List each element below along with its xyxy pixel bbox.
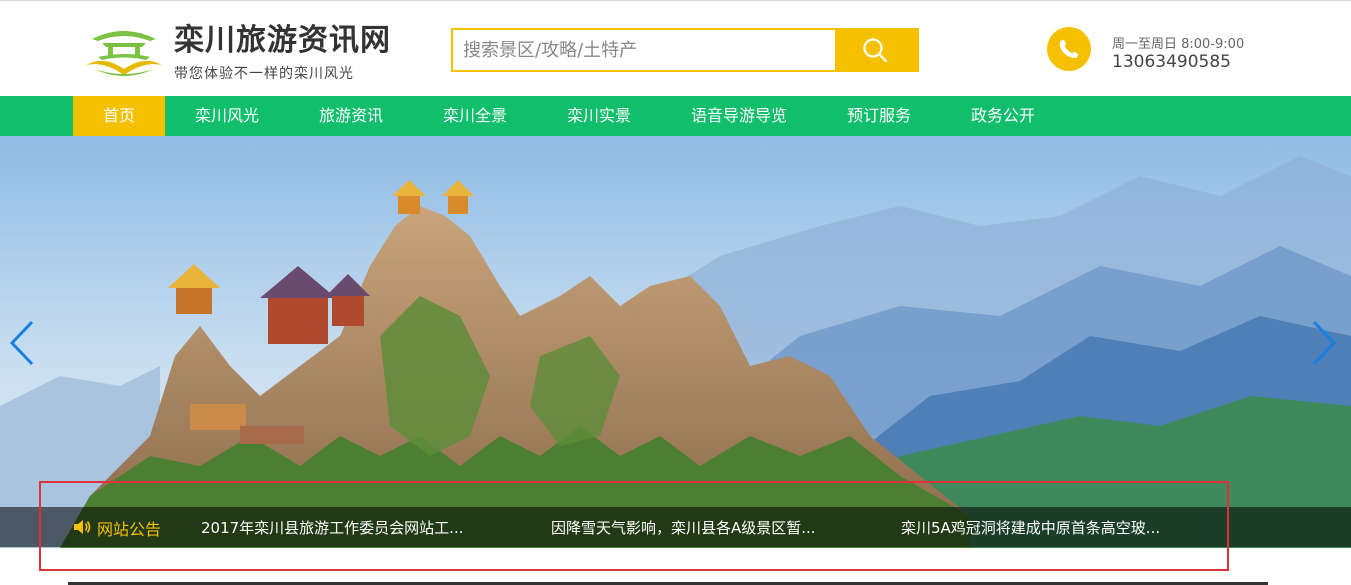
site-header: 栾川旅游资讯网 带您体验不一样的栾川风光 周一至周日 8:00-9:00 130… (0, 0, 1351, 96)
search-input[interactable] (453, 30, 837, 70)
search-button[interactable] (835, 28, 917, 72)
speaker-icon (74, 520, 91, 534)
search-icon (863, 38, 888, 63)
nav-item-scenery[interactable]: 栾川风光 (181, 96, 273, 136)
nav-item-home[interactable]: 首页 (73, 96, 165, 136)
nav-item-panorama[interactable]: 栾川全景 (429, 96, 521, 136)
nav-item-live-view[interactable]: 栾川实景 (553, 96, 645, 136)
service-hours: 周一至周日 8:00-9:00 (1112, 37, 1245, 52)
site-slogan: 带您体验不一样的栾川风光 (174, 66, 354, 82)
main-nav: 首页 栾川风光 旅游资讯 栾川全景 栾川实景 语音导游导览 预订服务 政务公开 (0, 96, 1351, 136)
chevron-right-icon[interactable] (1306, 316, 1342, 370)
nav-item-booking[interactable]: 预订服务 (833, 96, 925, 136)
phone-badge (1047, 27, 1091, 71)
notice-bar: 网站公告 2017年栾川县旅游工作委员会网站工... 因降雪天气影响，栾川县各A… (0, 507, 1351, 547)
hero-banner[interactable]: 网站公告 2017年栾川县旅游工作委员会网站工... 因降雪天气影响，栾川县各A… (0, 136, 1351, 548)
notice-item[interactable]: 2017年栾川县旅游工作委员会网站工... (201, 517, 463, 538)
nav-item-government-affairs[interactable]: 政务公开 (957, 96, 1049, 136)
nav-item-travel-news[interactable]: 旅游资讯 (305, 96, 397, 136)
nav-item-audio-guide[interactable]: 语音导游导览 (680, 96, 798, 136)
banner-image (0, 136, 1351, 548)
notice-item[interactable]: 因降雪天气影响，栾川县各A级景区暂... (551, 517, 816, 538)
notice-label: 网站公告 (97, 520, 162, 539)
search-bar (451, 28, 919, 72)
phone-number: 13063490585 (1112, 52, 1231, 72)
notice-item[interactable]: 栾川5A鸡冠洞将建成中原首条高空玻... (901, 517, 1160, 538)
phone-icon (1059, 39, 1079, 59)
chevron-left-icon[interactable] (4, 316, 40, 370)
pavilion-logo-icon (86, 31, 162, 76)
site-logo[interactable]: 栾川旅游资讯网 带您体验不一样的栾川风光 (84, 21, 390, 82)
site-title: 栾川旅游资讯网 (174, 23, 391, 58)
